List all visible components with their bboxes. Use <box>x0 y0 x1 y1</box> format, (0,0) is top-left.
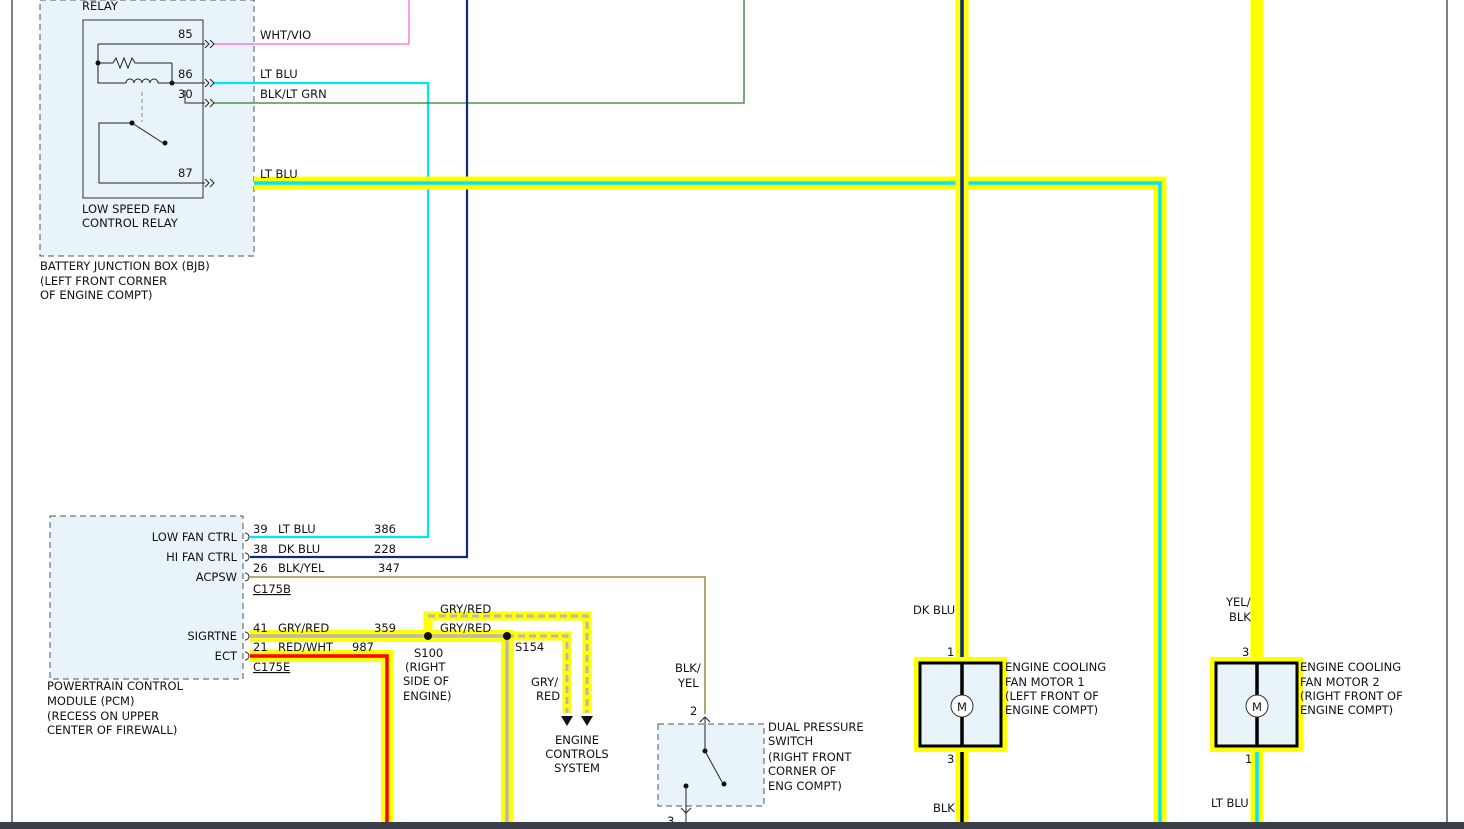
motor-2-label-line3: (RIGHT FRONT OF <box>1300 689 1403 703</box>
relay-pin-85: 85 <box>178 27 193 41</box>
splice-s100-name: S100 <box>414 646 443 660</box>
splice-drop-wire-line2: RED <box>536 689 560 703</box>
wire-label-wht-vio: WHT/VIO <box>260 28 311 42</box>
pcm-signal-sigrtne: SIGRTNE <box>187 629 237 643</box>
pcm-label-line1: POWERTRAIN CONTROL <box>47 679 184 693</box>
motor-1-pin-bottom: 3 <box>947 752 954 766</box>
pcm-label-line2: MODULE (PCM) <box>47 694 134 708</box>
pcm-signal-low-fan-ctrl: LOW FAN CTRL <box>152 530 238 544</box>
pcm-connector-c175e: C175E <box>253 660 290 674</box>
motor-1-symbol-label: M <box>957 700 967 714</box>
wire-label-blk-lt-grn: BLK/LT GRN <box>260 87 327 101</box>
motor-1-wire-top: DK BLU <box>913 603 955 617</box>
pcm-label-line3: (RECESS ON UPPER <box>47 709 159 723</box>
pressure-switch-wire-line2: YEL <box>677 676 699 690</box>
relay-pin-87: 87 <box>178 166 193 180</box>
motor-2-label-line2: FAN MOTOR 2 <box>1300 675 1380 689</box>
relay-name-line1: LOW SPEED FAN <box>82 202 175 216</box>
horizontal-scrollbar[interactable] <box>0 822 1464 829</box>
pcm-connector-c175b: C175B <box>253 582 291 596</box>
engine-controls-system-line3: SYSTEM <box>554 761 600 775</box>
pcm-pin-41: 41 <box>253 621 268 635</box>
wire-red-wht-ect[interactable] <box>250 650 393 822</box>
engine-controls-system-line2: CONTROLS <box>545 747 608 761</box>
pcm-pin-39: 39 <box>253 522 268 536</box>
splice-wire-label-lower: GRY/RED <box>440 621 491 635</box>
relay-pin-86: 86 <box>178 67 193 81</box>
splice-s100-line2: SIDE OF <box>403 674 449 688</box>
motor-1-label-line2: FAN MOTOR 1 <box>1005 675 1085 689</box>
motor-2-wire-top-line2: BLK <box>1229 610 1251 624</box>
pcm-wire-38: DK BLU <box>278 542 320 556</box>
pcm-wire-41: GRY/RED <box>278 621 329 635</box>
pcm-circuit-987: 987 <box>352 640 374 654</box>
splice-drop-wire-line1: GRY/ <box>531 675 558 689</box>
splice-s154-name: S154 <box>515 640 544 654</box>
pressure-switch-label-line1: DUAL PRESSURE <box>768 720 864 734</box>
motor-1-label-line3: (LEFT FRONT OF <box>1005 689 1099 703</box>
pcm-signal-ect: ECT <box>215 649 238 663</box>
motor-2-wire-top-line1: YEL/ <box>1225 595 1251 609</box>
pcm-circuit-228: 228 <box>374 542 396 556</box>
splice-s100-line3: ENGINE) <box>403 689 452 703</box>
pcm-wire-39: LT BLU <box>278 522 316 536</box>
splice-s100-line1: (RIGHT <box>405 660 446 674</box>
motor-1-label-line1: ENGINE COOLING <box>1005 660 1106 674</box>
bjb-label-line1: BATTERY JUNCTION BOX (BJB) <box>40 259 210 273</box>
motor-2-pin-bottom: 1 <box>1245 752 1252 766</box>
pressure-switch-label-line3: (RIGHT FRONT <box>768 750 852 764</box>
pcm-circuit-347: 347 <box>378 561 400 575</box>
relay-name-line2: CONTROL RELAY <box>82 216 179 230</box>
pcm-signal-acpsw: ACPSW <box>196 570 237 584</box>
motor-1-label-line4: ENGINE COMPT) <box>1005 703 1098 717</box>
pcm-connector-arrows <box>244 532 250 661</box>
motor-2-label-line1: ENGINE COOLING <box>1300 660 1401 674</box>
pcm-signal-hi-fan-ctrl: HI FAN CTRL <box>166 550 237 564</box>
splice-wire-label-upper: GRY/RED <box>440 602 491 616</box>
relay-pin-30: 30 <box>178 87 193 101</box>
pressure-switch-wire-line1: BLK/ <box>675 661 701 675</box>
motor-2-symbol-label: M <box>1252 700 1262 714</box>
wire-label-lt-blu-87: LT BLU <box>260 167 298 181</box>
pcm-wire-21: RED/WHT <box>278 640 334 654</box>
pcm-wire-26: BLK/YEL <box>278 561 325 575</box>
engine-controls-system-line1: ENGINE <box>555 733 599 747</box>
pcm-pin-38: 38 <box>253 542 268 556</box>
motor-2-pin-top: 3 <box>1242 645 1249 659</box>
wire-label-lt-blu-86: LT BLU <box>260 67 298 81</box>
pressure-switch-label-line2: SWITCH <box>768 734 813 748</box>
pcm-label-line4: CENTER OF FIREWALL) <box>47 723 177 737</box>
pressure-switch-label-line4: CORNER OF <box>768 764 836 778</box>
pressure-switch-label-line5: ENG COMPT) <box>768 779 842 793</box>
motor-2-label-line4: ENGINE COMPT) <box>1300 703 1393 717</box>
pcm-pin-21: 21 <box>253 640 268 654</box>
pcm-circuit-359: 359 <box>374 621 396 635</box>
wiring-diagram: RELAY 85 86 30 87 LOW SPEED FAN CONTROL … <box>11 0 1448 828</box>
pressure-switch-pin-top: 2 <box>690 704 697 718</box>
pcm-pin-26: 26 <box>253 561 268 575</box>
motor-2-wire-bottom: LT BLU <box>1211 796 1249 810</box>
bjb-label-line3: OF ENGINE COMPT) <box>40 288 152 302</box>
dual-pressure-switch[interactable] <box>657 716 765 822</box>
relay-top-label: RELAY <box>82 0 119 13</box>
pcm-circuit-386: 386 <box>374 522 396 536</box>
motor-1-pin-top: 1 <box>947 645 954 659</box>
motor-1-wire-bottom: BLK <box>933 801 955 815</box>
bjb-label-line2: (LEFT FRONT CORNER <box>40 274 167 288</box>
